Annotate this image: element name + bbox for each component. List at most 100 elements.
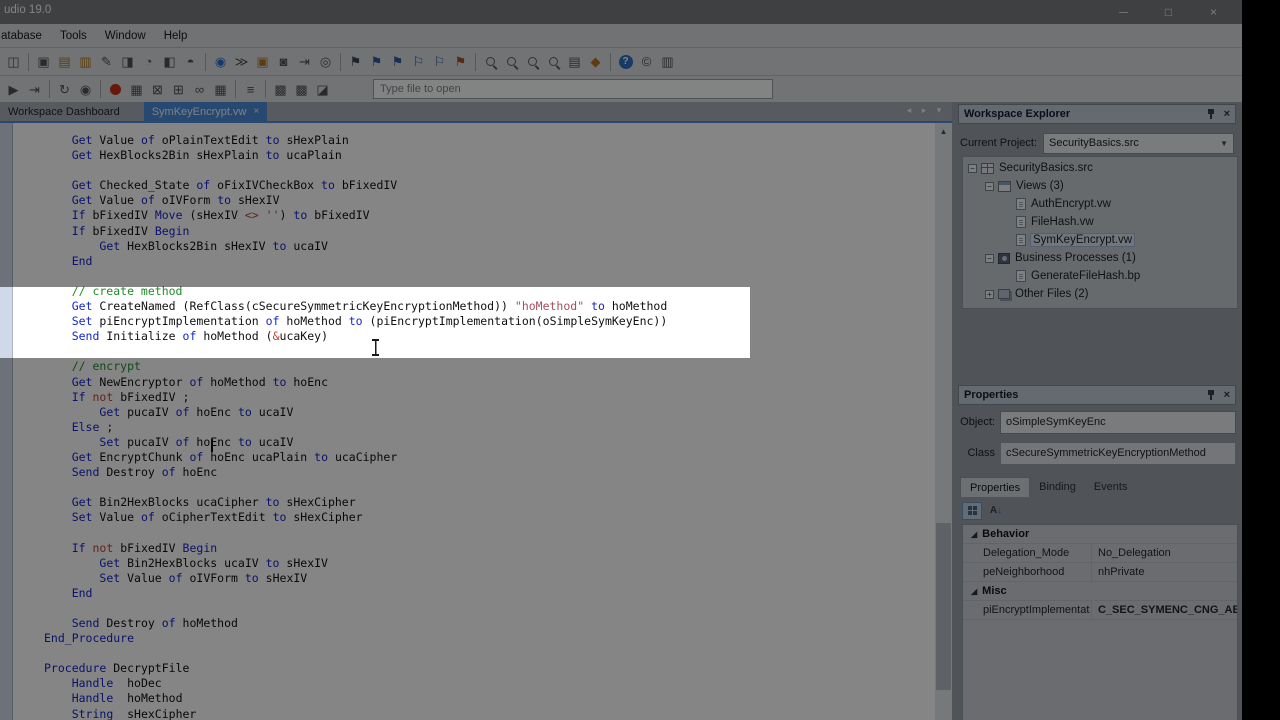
quick-open-input[interactable] <box>373 79 773 99</box>
stop-icon[interactable]: ◉ <box>75 79 96 100</box>
code-line[interactable]: If bFixedIV Move (sHexIV <> '') to bFixe… <box>44 208 935 223</box>
scroll-tabs-left-icon[interactable]: ◂ <box>903 104 915 117</box>
copy-icon[interactable]: ▣ <box>33 51 54 72</box>
bookmark-first-icon[interactable]: ⚐ <box>408 51 429 72</box>
tab-list-icon[interactable]: ▾ <box>933 104 945 117</box>
code-line[interactable]: End_Procedure <box>44 631 935 646</box>
preview-icon[interactable]: ◎ <box>315 51 336 72</box>
tree-item-views-3-[interactable]: −Views (3) <box>963 177 1237 195</box>
order-entry-window-icon[interactable]: ▤ <box>54 51 75 72</box>
property-category-misc[interactable]: ◢Misc <box>963 582 1237 601</box>
restart-icon[interactable]: ↻ <box>54 79 75 100</box>
component-icon[interactable]: ◓ <box>180 51 201 72</box>
code-line[interactable] <box>44 601 935 616</box>
error-list-icon[interactable]: ▣ <box>252 51 273 72</box>
print-icon[interactable]: ◫ <box>3 51 24 72</box>
outline-icon[interactable]: ≡ <box>240 79 261 100</box>
scroll-up-icon[interactable]: ▲ <box>935 123 952 139</box>
code-line[interactable]: Procedure DecryptFile <box>44 661 935 676</box>
find-in-files-icon[interactable] <box>543 51 564 72</box>
menu-item-tools[interactable]: Tools <box>51 27 96 45</box>
code-line[interactable]: Get pucaIV of hoEnc to ucaIV <box>44 405 935 420</box>
scrollbar-thumb[interactable] <box>936 523 951 690</box>
wizard-icon[interactable]: ✎ <box>96 51 117 72</box>
close-icon[interactable]: × <box>1224 390 1230 401</box>
collapse-icon[interactable]: − <box>985 182 994 191</box>
record-breakpoint-icon[interactable] <box>105 79 126 100</box>
code-line[interactable]: If bFixedIV Begin <box>44 224 935 239</box>
code-line[interactable] <box>44 480 935 495</box>
code-line[interactable]: Send Destroy of hoEnc <box>44 465 935 480</box>
menu-item-atabase[interactable]: atabase <box>0 27 51 45</box>
property-row-delegation_mode[interactable]: Delegation_ModeNo_Delegation <box>963 544 1237 563</box>
code-line[interactable]: Get Bin2HexBlocks ucaIV to sHexIV <box>44 556 935 571</box>
close-icon[interactable]: × <box>1224 109 1230 120</box>
maximize-button[interactable]: □ <box>1146 0 1191 24</box>
collapse-icon[interactable]: − <box>968 164 977 173</box>
close-button[interactable]: × <box>1191 0 1236 24</box>
class-reference-icon[interactable]: © <box>636 51 657 72</box>
tab-workspace-dashboard[interactable]: Workspace Dashboard <box>0 102 128 121</box>
bookmark-last-icon[interactable]: ⚐ <box>429 51 450 72</box>
tools-panel-icon[interactable]: ◪ <box>312 79 333 100</box>
run-to-cursor-icon[interactable]: ⚑ <box>450 51 471 72</box>
code-line[interactable]: Send Initialize of hoMethod (&ucaKey) <box>44 329 935 344</box>
layout-columns-icon[interactable]: ▥ <box>657 51 678 72</box>
code-line[interactable]: // encrypt <box>44 359 935 374</box>
property-row-peneighborhood[interactable]: peNeighborhoodnhPrivate <box>963 563 1237 582</box>
export-icon[interactable]: ⇥ <box>294 51 315 72</box>
report-icon[interactable]: ◨ <box>117 51 138 72</box>
code-line[interactable] <box>44 163 935 178</box>
code-line[interactable] <box>44 646 935 661</box>
sort-alphabetical-button[interactable]: A↓ <box>986 502 1006 520</box>
code-line[interactable] <box>44 269 935 284</box>
code-line[interactable]: If not bFixedIV ; <box>44 390 935 405</box>
editor-vertical-scrollbar[interactable]: ▲ <box>935 123 952 720</box>
properties-tab-properties[interactable]: Properties <box>960 477 1030 497</box>
scroll-tabs-right-icon[interactable]: ▸ <box>918 104 930 117</box>
watch-add-icon[interactable]: ⊞ <box>168 79 189 100</box>
editor-code-area[interactable]: Get Value of oPlainTextEdit to sHexPlain… <box>13 123 935 720</box>
properties-tab-events[interactable]: Events <box>1085 477 1137 497</box>
property-row-piencryptimplementat[interactable]: piEncryptImplementatC_SEC_SYMENC_CNG_AE <box>963 601 1237 620</box>
inspect-icon[interactable]: ∞ <box>189 79 210 100</box>
code-line[interactable]: Handle hoDec <box>44 676 935 691</box>
reports-panel-icon[interactable]: ▩ <box>291 79 312 100</box>
entity-card-icon[interactable]: ▤ <box>564 51 585 72</box>
breakpoint-list-icon[interactable]: ▦ <box>126 79 147 100</box>
collapse-icon[interactable]: − <box>985 254 994 263</box>
minimize-button[interactable]: ─ <box>1101 0 1146 24</box>
menu-item-window[interactable]: Window <box>96 27 155 45</box>
tree-item-other-files-2-[interactable]: +Other Files (2) <box>963 285 1237 303</box>
code-line[interactable]: Else ; <box>44 420 935 435</box>
current-project-combobox[interactable]: SecurityBasics.src ▼ <box>1043 133 1234 154</box>
categorized-view-button[interactable] <box>962 502 982 520</box>
class-palette-icon[interactable]: ◧ <box>159 51 180 72</box>
code-line[interactable] <box>44 525 935 540</box>
expand-icon[interactable]: + <box>985 290 994 299</box>
object-input[interactable]: oSimpleSymKeyEnc <box>1000 411 1236 434</box>
tree-item-securitybasics-src[interactable]: −SecurityBasics.src <box>963 159 1237 177</box>
pin-icon[interactable] <box>1207 109 1215 119</box>
tree-item-generatefilehash-bp[interactable]: GenerateFileHash.bp <box>963 267 1237 285</box>
browse-window-icon[interactable]: ▥ <box>75 51 96 72</box>
properties-tab-binding[interactable]: Binding <box>1030 477 1085 497</box>
tree-item-authencrypt-vw[interactable]: AuthEncrypt.vw <box>963 195 1237 213</box>
code-explorer-icon[interactable]: ≫ <box>231 51 252 72</box>
step-into-icon[interactable]: ⇥ <box>24 79 45 100</box>
code-line[interactable]: End <box>44 254 935 269</box>
tab-symkeyencrypt-vw[interactable]: SymKeyEncrypt.vw× <box>144 102 268 121</box>
code-line[interactable]: Send Destroy of hoMethod <box>44 616 935 631</box>
code-editor[interactable]: Get Value of oPlainTextEdit to sHexPlain… <box>0 123 958 720</box>
code-line[interactable] <box>44 344 935 359</box>
dashboard-panel-icon[interactable]: ▩ <box>270 79 291 100</box>
code-line[interactable]: Get Value of oIVForm to sHexIV <box>44 193 935 208</box>
menu-item-help[interactable]: Help <box>155 27 197 45</box>
tab-close-icon[interactable]: × <box>253 106 259 117</box>
code-line[interactable]: If not bFixedIV Begin <box>44 541 935 556</box>
code-line[interactable]: String sHexCipher <box>44 707 935 720</box>
code-line[interactable]: Get HexBlocks2Bin sHexPlain to ucaPlain <box>44 148 935 163</box>
code-line[interactable]: Get HexBlocks2Bin sHexIV to ucaIV <box>44 239 935 254</box>
property-value[interactable]: nhPrivate <box>1091 563 1237 581</box>
lock-icon[interactable]: ◙ <box>273 51 294 72</box>
